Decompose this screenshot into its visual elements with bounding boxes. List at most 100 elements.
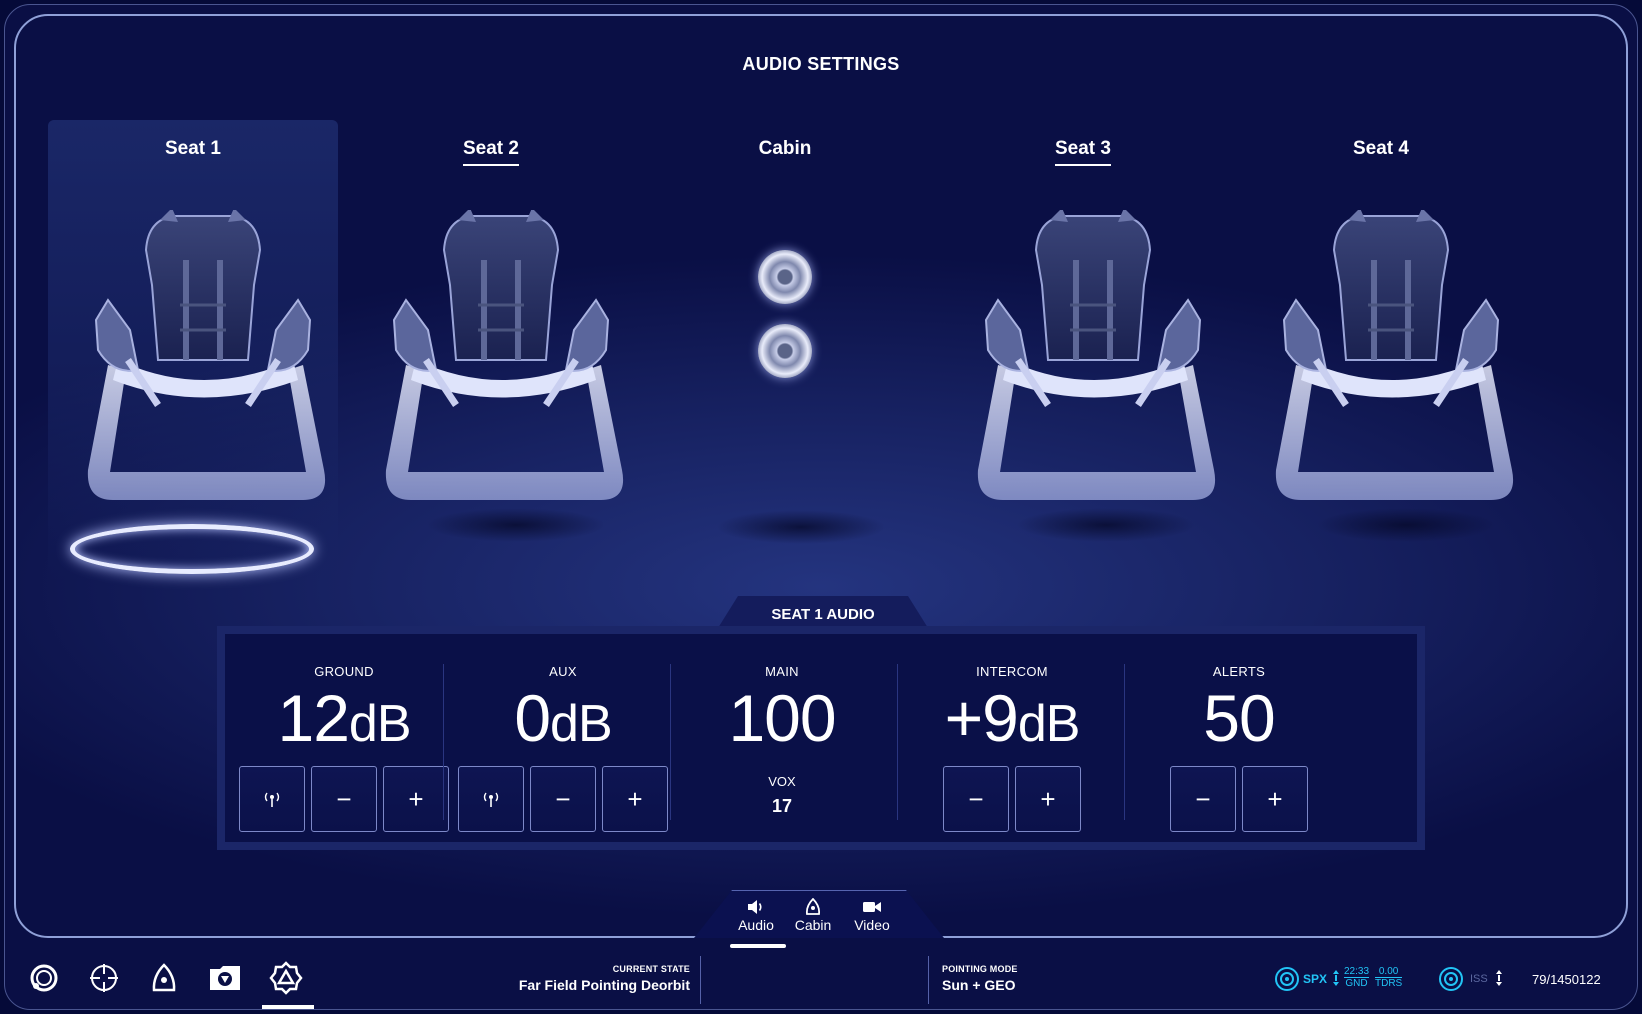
folder-icon [210,966,240,990]
cabin-shadow [716,510,886,544]
seat-label: Seat 1 [165,138,221,159]
view-tabs: Audio Cabin Video [694,890,944,938]
seat-label: Seat 3 [1055,138,1111,166]
ground-increase-button[interactable]: + [383,766,449,832]
iss-label: ISS [1470,973,1488,985]
pointing-mode-label: POINTING MODE [942,964,1018,974]
vox-value: 17 [771,796,793,816]
value-unit: dB [348,695,412,753]
status-divider [928,956,929,1004]
channel-value: 12dB [225,681,463,761]
status-divider [700,956,701,1004]
nav-targeting[interactable] [86,960,122,996]
tab-video[interactable]: Video [842,897,902,933]
active-nav-indicator [262,1005,314,1009]
aux-broadcast-button[interactable] [458,766,524,832]
seat-2-chair-icon [366,210,636,510]
link-arrows-icon [1333,970,1339,986]
selection-ring [70,524,314,574]
alerts-controls: − + [1120,766,1358,832]
seat-label: Cabin [758,138,812,159]
current-state-label: CURRENT STATE [612,964,690,974]
pointing-mode-value: Sun + GEO [942,977,1016,993]
spx-signal-icon [1274,966,1300,992]
alerts-channel: ALERTS 50 − + [1120,634,1358,842]
capsule-icon [152,963,176,992]
settings-gear-icon [269,961,303,995]
antenna-icon [264,792,280,807]
capsule-icon [805,898,821,915]
aux-controls: − + [444,766,682,832]
nav-capsule[interactable] [146,960,182,996]
channel-label: ALERTS [1212,664,1266,679]
main-channel: MAIN 100 VOX 17 [663,634,901,842]
seat-label: Seat 4 [1353,138,1409,159]
seat-shadow [426,508,606,542]
value-number: 0 [514,681,551,755]
nav-overview[interactable] [26,960,62,996]
cabin-speaker-icon [758,324,812,378]
intercom-decrease-button[interactable]: − [943,766,1009,832]
page-title: AUDIO SETTINGS [742,54,900,74]
value-number: 12 [277,681,349,755]
iss-signal-icon [1438,966,1464,992]
circle-ring-icon [30,964,58,992]
tab-label: Cabin [794,917,832,933]
tdrs-status: 0.00 TDRS [1375,966,1403,989]
tab-label: Video [854,917,890,933]
channel-label: MAIN [765,664,799,679]
vox-label: VOX [768,774,796,789]
gnd-status: 22:33 GND [1344,966,1370,989]
seat-4-chair-icon [1256,210,1526,510]
tab-label: Audio [738,917,774,933]
channel-label: GROUND [314,664,374,679]
crosshair-icon [90,964,118,992]
alerts-decrease-button[interactable]: − [1170,766,1236,832]
current-state-value: Far Field Pointing Deorbit [518,977,690,993]
speaker-icon [748,900,762,914]
aux-channel: AUX 0dB − + [444,634,682,842]
seat-1-option[interactable]: Seat 1 [48,120,338,580]
gnd-label: GND [1345,978,1368,989]
nav-settings[interactable] [268,960,304,996]
spx-label: SPX [1303,972,1328,986]
intercom-channel: INTERCOM +9dB − + [893,634,1131,842]
channel-value: +9dB [893,681,1131,761]
seat-1-chair-icon [68,210,338,510]
gnd-time: 22:33 [1344,966,1370,978]
tdrs-label: TDRS [1375,978,1403,989]
channel-label: INTERCOM [976,664,1048,679]
alerts-increase-button[interactable]: + [1242,766,1308,832]
ground-controls: − + [225,766,463,832]
current-state: CURRENT STATE Far Field Pointing Deorbit [470,964,690,993]
nav-files[interactable] [207,960,243,996]
value-unit: dB [550,695,613,753]
pointing-mode: POINTING MODE Sun + GEO [942,964,1142,993]
video-camera-icon [863,902,881,912]
cabin-speaker-icon [758,250,812,304]
seat-shadow [1316,508,1496,542]
channel-value: 50 [1203,681,1275,755]
tab-audio[interactable]: Audio [726,897,786,933]
seat-3-chair-icon [958,210,1228,510]
seat-label: Seat 2 [463,138,519,166]
link-arrows-icon [1496,970,1502,986]
aux-decrease-button[interactable]: − [530,766,596,832]
mission-counter: 79/1450122 [1532,972,1601,987]
active-tab-indicator [730,944,786,948]
seat-shadow [1016,508,1196,542]
audio-panel-title: SEAT 1 AUDIO [718,596,928,628]
ground-channel: GROUND 12dB − + [225,634,463,842]
channel-value: 0dB [444,681,682,761]
value-number: +9 [944,681,1019,755]
value-unit: dB [1017,695,1081,753]
ground-decrease-button[interactable]: − [311,766,377,832]
tdrs-value: 0.00 [1375,966,1403,978]
tab-cabin[interactable]: Cabin [783,897,843,933]
antenna-icon [483,792,499,807]
intercom-increase-button[interactable]: + [1015,766,1081,832]
audio-panel: GROUND 12dB − + AUX 0dB − + MAIN 100 VOX… [225,634,1417,842]
channel-label: AUX [549,664,577,679]
ground-broadcast-button[interactable] [239,766,305,832]
aux-increase-button[interactable]: + [602,766,668,832]
